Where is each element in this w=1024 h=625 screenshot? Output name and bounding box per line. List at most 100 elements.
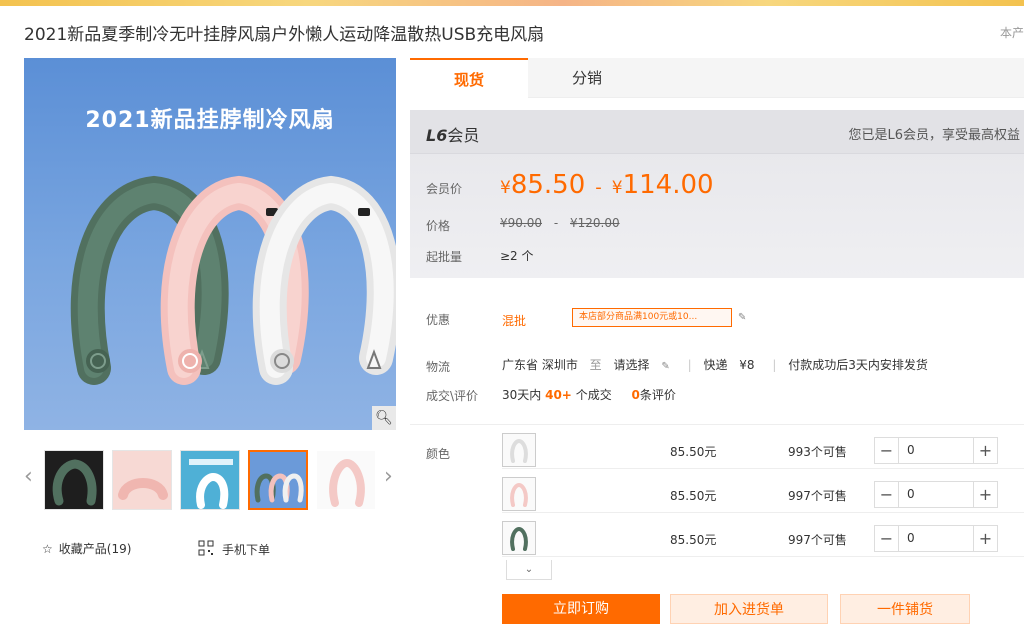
sku-selector: 颜色 85.50元 993个可售 − 0 + 85.50元 997个可售 − 0…	[410, 424, 1024, 574]
qrcode-icon	[198, 540, 214, 559]
original-price-label: 价格	[426, 219, 451, 233]
zoom-button[interactable]: 🔍︎	[372, 406, 396, 430]
increment-button[interactable]: +	[973, 482, 997, 507]
price-panel: L6会员 您已是L6会员，享受最高权益 会员价 ¥85.50- ¥114.00 价…	[410, 110, 1024, 278]
increment-button[interactable]: +	[973, 526, 997, 551]
quantity-stepper: − 0 +	[874, 437, 998, 464]
one-click-list-button[interactable]: 一件铺货	[840, 594, 970, 624]
ship-method: 快递	[703, 358, 728, 372]
expand-more-button[interactable]: ⌄	[506, 560, 552, 580]
thumbnail-1[interactable]	[44, 450, 104, 510]
member-price-label: 会员价	[426, 182, 463, 196]
add-to-cart-button[interactable]: 加入进货单	[670, 594, 828, 624]
logistics-label: 物流	[426, 360, 451, 374]
member-note: 您已是L6会员，享受最高权益	[848, 128, 1020, 143]
ship-fee: ¥8	[739, 358, 755, 372]
chevron-right-icon[interactable]: ›	[384, 464, 393, 489]
color-label: 颜色	[426, 447, 451, 461]
sku-stock: 997个可售	[788, 533, 847, 547]
deal-stats: 30天内 40+ 个成交 0条评价	[502, 386, 676, 403]
mobile-order-label: 手机下单	[222, 543, 271, 557]
info-section: 优惠 混批 本店部分商品满100元或10... ✎ 物流 广东省 深圳市 至 请…	[410, 292, 1024, 412]
collect-button[interactable]: ☆ 收藏产品(19)	[42, 540, 131, 557]
purchase-tabs: 现货 分销	[410, 58, 1024, 98]
deals-label: 成交\评价	[426, 389, 479, 403]
deal-prefix: 30天内	[502, 388, 542, 402]
original-price-high: ¥120.00	[570, 216, 620, 230]
divider: |	[687, 358, 692, 372]
edit-destination-icon[interactable]: ✎	[661, 361, 669, 372]
fan-illustration	[70, 175, 396, 385]
thumbnail-5[interactable]	[316, 450, 376, 510]
sku-stock: 997个可售	[788, 489, 847, 503]
sku-thumbnail[interactable]	[502, 477, 536, 511]
review-count[interactable]: 0	[632, 388, 640, 402]
currency-symbol-2: ¥	[611, 178, 623, 198]
star-icon: ☆	[42, 541, 53, 556]
deal-count[interactable]: 40+	[545, 388, 572, 402]
search-icon: 🔍︎	[375, 410, 393, 426]
sku-price: 85.50元	[670, 489, 717, 503]
price-high: 114.00	[622, 170, 714, 200]
coupon-badge[interactable]: 本店部分商品满100元或10...	[572, 308, 732, 327]
buy-now-button[interactable]: 立即订购	[502, 594, 660, 624]
ship-note: 付款成功后3天内安排发货	[788, 358, 928, 372]
promo-tag[interactable]: 混批	[502, 312, 526, 329]
price-separator: -	[595, 177, 602, 198]
moq-value: ≥2 个	[500, 249, 534, 263]
ship-from: 广东省 深圳市	[502, 358, 578, 372]
deal-suffix: 个成交	[575, 388, 612, 402]
review-suffix: 条评价	[639, 388, 676, 402]
mobile-order-button[interactable]: 手机下单	[198, 540, 270, 559]
moq-label: 起批量	[426, 250, 463, 264]
sku-row: 85.50元 997个可售 − 0 +	[502, 513, 1024, 557]
ship-destination[interactable]: 请选择	[614, 358, 650, 372]
sku-row: 85.50元 997个可售 − 0 +	[502, 469, 1024, 513]
member-price-range: ¥85.50- ¥114.00	[500, 170, 714, 200]
header-right-label[interactable]: 本产	[1000, 24, 1024, 41]
decrement-button[interactable]: −	[875, 526, 899, 551]
original-price-separator: -	[553, 216, 559, 230]
logistics-info: 广东省 深圳市 至 请选择 ✎ | 快递 ¥8 | 付款成功后3天内安排发货	[502, 356, 936, 373]
decrement-button[interactable]: −	[875, 482, 899, 507]
sku-price: 85.50元	[670, 445, 717, 459]
thumbnail-2[interactable]	[112, 450, 172, 510]
original-price-range: ¥90.00 - ¥120.00	[500, 216, 620, 230]
original-price-low: ¥90.00	[500, 216, 542, 230]
quantity-stepper: − 0 +	[874, 525, 998, 552]
chevron-down-icon: ⌄	[524, 564, 534, 575]
member-level: L6会员	[426, 122, 479, 146]
sku-thumbnail[interactable]	[502, 521, 536, 555]
ship-to-word: 至	[589, 358, 602, 372]
chevron-left-icon[interactable]: ‹	[24, 464, 33, 489]
sku-price: 85.50元	[670, 533, 717, 547]
sku-thumbnail[interactable]	[502, 433, 536, 467]
sku-stock: 993个可售	[788, 445, 847, 459]
tab-spot[interactable]: 现货	[410, 58, 528, 98]
currency-symbol: ¥	[500, 178, 511, 198]
collect-label: 收藏产品(19)	[58, 542, 132, 556]
member-level-badge: L6	[426, 126, 448, 145]
tab-distribution[interactable]: 分销	[528, 58, 646, 98]
action-bar: 立即订购 加入进货单 一件铺货	[502, 594, 1024, 624]
divider-2: |	[772, 358, 777, 372]
thumbnail-strip: ‹ ›	[24, 446, 396, 512]
member-bar: L6会员 您已是L6会员，享受最高权益	[410, 110, 1024, 154]
sku-row: 85.50元 993个可售 − 0 +	[502, 425, 1024, 469]
white-fan	[252, 175, 396, 385]
edit-icon[interactable]: ✎	[738, 312, 746, 323]
top-banner-strip	[0, 0, 1024, 6]
increment-button[interactable]: +	[973, 438, 997, 463]
thumbnail-3[interactable]	[180, 450, 240, 510]
product-title: 2021新品夏季制冷无叶挂脖风扇户外懒人运动降温散热USB充电风扇	[24, 25, 545, 45]
member-level-suffix: 会员	[447, 126, 480, 145]
main-product-image[interactable]: 2021新品挂脖制冷风扇 🔍︎	[24, 58, 396, 430]
decrement-button[interactable]: −	[875, 438, 899, 463]
promo-label: 优惠	[426, 313, 451, 327]
quantity-input[interactable]: 0	[899, 438, 973, 463]
thumbnail-4[interactable]	[248, 450, 308, 510]
quantity-stepper: − 0 +	[874, 481, 998, 508]
quantity-input[interactable]: 0	[899, 526, 973, 551]
price-low: 85.50	[510, 170, 586, 200]
quantity-input[interactable]: 0	[899, 482, 973, 507]
